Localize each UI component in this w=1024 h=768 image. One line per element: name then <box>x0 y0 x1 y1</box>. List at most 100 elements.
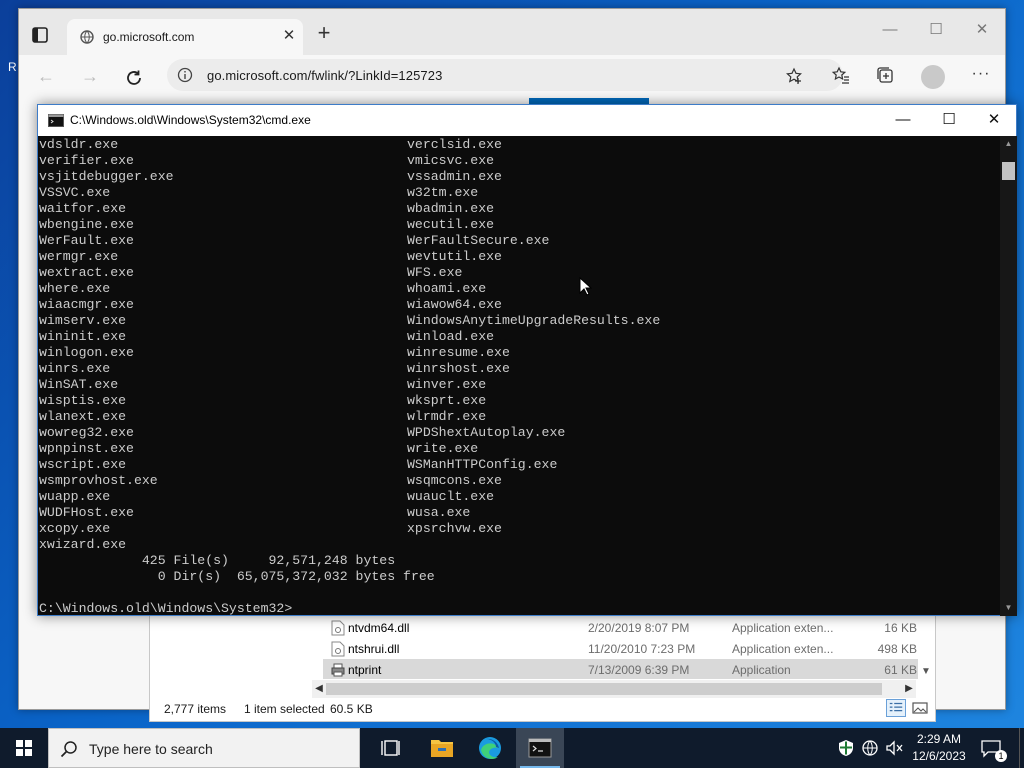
refresh-icon[interactable] <box>123 67 145 89</box>
file-explorer-icon[interactable] <box>418 728 466 768</box>
console-file-name: winlogon.exe <box>39 345 134 360</box>
console-file-name: winresume.exe <box>407 345 510 360</box>
console-file-name: WindowsAnytimeUpgradeResults.exe <box>407 313 661 328</box>
profile-icon[interactable] <box>921 65 945 89</box>
console-file-name: vdsldr.exe <box>39 137 119 152</box>
console-scrollbar[interactable]: ▲ ▼ <box>1000 136 1017 616</box>
url-text[interactable]: go.microsoft.com/fwlink/?LinkId=125723 <box>207 68 442 83</box>
console-file-name: whoami.exe <box>407 281 487 296</box>
scrollbar-thumb[interactable] <box>1002 162 1015 180</box>
console-file-name: wsmprovhost.exe <box>39 473 158 488</box>
add-favorite-icon[interactable] <box>785 67 803 85</box>
taskbar-cmd-app[interactable] <box>516 728 564 768</box>
console-file-name: wowreg32.exe <box>39 425 134 440</box>
cmd-maximize-button[interactable]: ☐ <box>926 105 972 136</box>
task-view-icon[interactable] <box>368 728 416 768</box>
search-icon <box>60 741 77 758</box>
show-desktop-button[interactable] <box>1019 728 1024 768</box>
cmd-title: C:\Windows.old\Windows\System32\cmd.exe <box>70 113 311 127</box>
edge-icon[interactable] <box>466 728 514 768</box>
cmd-app-icon <box>48 114 64 127</box>
console-file-name: WFS.exe <box>407 265 463 280</box>
network-globe-icon[interactable] <box>860 738 880 758</box>
dll-file-icon <box>331 620 345 636</box>
volume-muted-icon[interactable] <box>884 738 904 758</box>
console-file-name: wimserv.exe <box>39 313 127 328</box>
console-line: wbengine.exe wecutil.exe <box>39 217 494 233</box>
file-name[interactable]: ntvdm64.dll <box>348 621 409 635</box>
windows-start-icon[interactable] <box>0 728 48 768</box>
console-file-name: winver.exe <box>407 377 487 392</box>
console-file-name: xwizard.exe <box>39 537 127 552</box>
console-line: wininit.exe winload.exe <box>39 329 494 345</box>
notification-count-badge: 1 <box>995 750 1007 762</box>
address-bar-row: ← → go.microsoft.com/fwlink/?LinkId=1257… <box>19 55 1005 95</box>
scroll-right-icon[interactable]: ▶ <box>902 682 916 696</box>
console-line: winrs.exe winrshost.exe <box>39 361 510 377</box>
cmd-taskbar-icon <box>528 738 552 758</box>
favicon-icon <box>80 30 94 44</box>
file-type: Application exten... <box>732 642 834 656</box>
console-file-name: waitfor.exe <box>39 201 127 216</box>
info-icon[interactable] <box>177 67 193 83</box>
security-shield-icon[interactable] <box>836 738 856 758</box>
details-view-icon[interactable] <box>886 699 906 717</box>
file-type: Application exten... <box>732 621 834 635</box>
console-summary-dirs: 0 Dir(s) 65,075,372,032 bytes free <box>39 569 435 584</box>
console-file-name: WUDFHost.exe <box>39 505 134 520</box>
console-file-name: WerFault.exe <box>39 233 134 248</box>
file-name[interactable]: ntprint <box>348 663 381 677</box>
system-clock[interactable]: 2:29 AM 12/6/2023 <box>908 731 970 765</box>
file-name[interactable]: ntshrui.dll <box>348 642 399 656</box>
scrollbar-thumb[interactable] <box>326 683 882 695</box>
favorites-icon[interactable] <box>831 65 851 85</box>
large-icons-view-icon[interactable] <box>910 699 930 717</box>
browser-tab[interactable]: go.microsoft.com ✕ <box>67 19 303 55</box>
console-line: waitfor.exe wbadmin.exe <box>39 201 494 217</box>
browser-maximize-button[interactable]: ☐ <box>921 17 951 43</box>
horizontal-scrollbar[interactable]: ◀ ▶ <box>312 680 916 698</box>
console-file-name: wusa.exe <box>407 505 471 520</box>
cmd-title-bar[interactable]: C:\Windows.old\Windows\System32\cmd.exe … <box>38 105 1016 136</box>
console-line: vsjitdebugger.exe vssadmin.exe <box>39 169 502 185</box>
file-size: 498 KB <box>877 642 917 656</box>
browser-close-button[interactable]: ✕ <box>967 17 997 43</box>
console-line: where.exe whoami.exe <box>39 281 486 297</box>
collections-icon[interactable] <box>875 65 895 85</box>
console-file-name: vsjitdebugger.exe <box>39 169 174 184</box>
address-bar[interactable]: go.microsoft.com/fwlink/?LinkId=125723 <box>167 59 843 91</box>
file-date: 7/13/2009 6:39 PM <box>588 663 690 677</box>
forward-button[interactable]: → <box>79 65 101 87</box>
taskbar-search-box[interactable]: Type here to search <box>48 728 360 768</box>
console-file-name: vssadmin.exe <box>407 169 502 184</box>
search-placeholder: Type here to search <box>89 741 213 757</box>
console-line: VSSVC.exe w32tm.exe <box>39 185 478 201</box>
console-line: wiaacmgr.exe wiawow64.exe <box>39 297 502 313</box>
status-item-count: 2,777 items <box>164 702 227 716</box>
more-icon[interactable]: ··· <box>969 65 993 87</box>
scroll-down-icon[interactable]: ▼ <box>919 665 933 679</box>
console-file-name: wermgr.exe <box>39 249 119 264</box>
browser-minimize-button[interactable]: — <box>875 17 905 43</box>
tab-close-icon[interactable]: ✕ <box>281 28 297 44</box>
console-file-name: wevtutil.exe <box>407 249 502 264</box>
back-button[interactable]: ← <box>35 65 57 87</box>
scroll-down-icon[interactable]: ▼ <box>1000 600 1017 616</box>
tab-actions-icon[interactable] <box>31 26 49 44</box>
console-line: wpnpinst.exe write.exe <box>39 441 478 457</box>
cmd-close-button[interactable]: ✕ <box>971 105 1017 136</box>
console-file-name: wbadmin.exe <box>407 201 495 216</box>
cmd-minimize-button[interactable]: — <box>880 105 926 136</box>
console-output[interactable]: vdsldr.exe verclsid.exe verifier.exe vmicsv… <box>39 136 999 616</box>
console-line: xcopy.exe xpsrchvw.exe <box>39 521 502 537</box>
console-file-name: wiawow64.exe <box>407 297 502 312</box>
scroll-left-icon[interactable]: ◀ <box>312 682 326 696</box>
console-file-name: winload.exe <box>407 329 495 344</box>
new-tab-button[interactable]: + <box>313 22 335 45</box>
scroll-up-icon[interactable]: ▲ <box>1000 136 1017 152</box>
console-line: verifier.exe vmicsvc.exe <box>39 153 494 169</box>
printer-icon <box>331 663 345 677</box>
console-file-name: xcopy.exe <box>39 521 111 536</box>
console-file-name: WSManHTTPConfig.exe <box>407 457 558 472</box>
console-file-name: wecutil.exe <box>407 217 495 232</box>
